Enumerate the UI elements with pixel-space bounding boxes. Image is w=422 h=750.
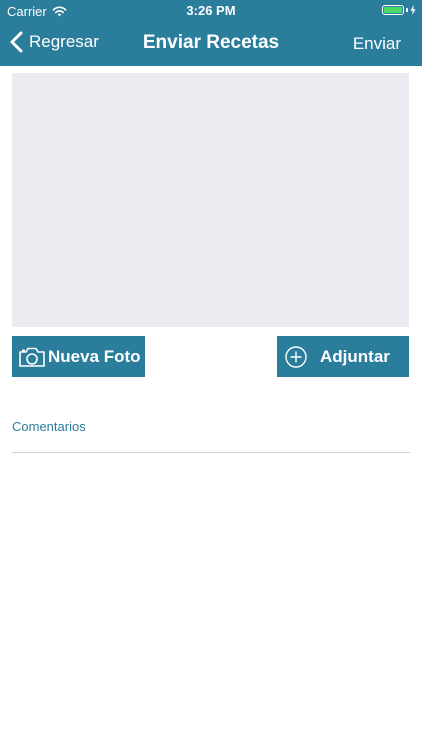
camera-icon <box>18 346 46 368</box>
attach-button[interactable]: Adjuntar <box>277 336 409 377</box>
new-photo-button[interactable]: Nueva Foto <box>12 336 145 377</box>
comments-underline <box>12 452 410 453</box>
battery-tip <box>406 8 408 12</box>
top-bar: Carrier 3:26 PM Regresar Enviar Recetas … <box>0 0 422 66</box>
send-button[interactable]: Enviar <box>353 34 401 54</box>
status-bar: Carrier 3:26 PM <box>0 0 422 22</box>
comments-field[interactable]: Comentarios <box>12 419 86 434</box>
charging-bolt-icon <box>410 5 416 15</box>
battery-icon <box>382 5 416 15</box>
battery-fill <box>384 7 402 13</box>
new-photo-label: Nueva Foto <box>48 346 141 366</box>
battery-body <box>382 5 404 15</box>
plus-circle-icon <box>285 345 307 368</box>
status-time: 3:26 PM <box>186 3 236 18</box>
attach-label: Adjuntar <box>320 346 390 366</box>
photo-preview <box>12 73 409 327</box>
navigation-bar: Regresar Enviar Recetas Enviar <box>0 22 422 66</box>
screen: Carrier 3:26 PM Regresar Enviar Recetas … <box>0 0 422 750</box>
